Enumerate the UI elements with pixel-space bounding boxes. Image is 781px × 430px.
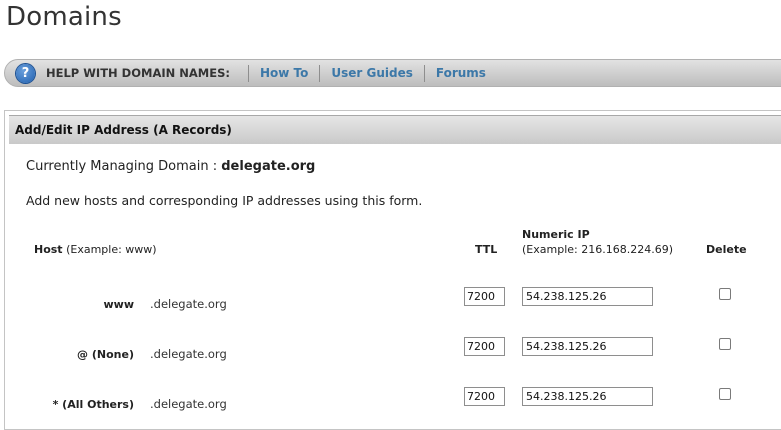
ip-header-label: Numeric IP — [522, 228, 590, 241]
delete-checkbox-none[interactable] — [719, 338, 731, 350]
ip-input-all-others[interactable] — [522, 387, 653, 406]
host-label-www: www — [103, 298, 135, 311]
page-title: Domains — [6, 2, 122, 32]
domain-suffix: .delegate.org — [150, 297, 227, 311]
ip-input-none[interactable] — [522, 337, 653, 356]
domain-suffix: .delegate.org — [150, 347, 227, 361]
managing-domain: delegate.org — [221, 159, 316, 174]
help-bar: ? HELP WITH DOMAIN NAMES: How To User Gu… — [4, 59, 781, 87]
intro-text: Add new hosts and corresponding IP addre… — [26, 193, 423, 208]
ip-header-example: (Example: 216.168.224.69) — [522, 243, 673, 256]
panel-header: Add/Edit IP Address (A Records) — [9, 115, 781, 144]
delete-column-header: Delete — [706, 243, 747, 256]
managing-domain-text: Currently Managing Domain : delegate.org — [26, 159, 315, 174]
host-label-none: @ (None) — [77, 348, 134, 361]
ttl-input-www[interactable] — [464, 287, 505, 306]
delete-checkbox-all-others[interactable] — [719, 388, 731, 400]
user-guides-link[interactable]: User Guides — [319, 64, 424, 82]
ttl-column-header: TTL — [475, 243, 497, 256]
forums-link[interactable]: Forums — [423, 64, 497, 82]
panel-title: Add/Edit IP Address (A Records) — [15, 123, 232, 137]
ttl-header-label: TTL — [475, 243, 498, 256]
ip-input-www[interactable] — [522, 287, 653, 306]
a-records-panel: Add/Edit IP Address (A Records) Currentl… — [4, 110, 781, 430]
host-header-label: Host — [34, 243, 63, 256]
domain-suffix: .delegate.org — [150, 397, 227, 411]
host-label-all-others: * (All Others) — [52, 398, 134, 411]
ip-column-header: Numeric IP — [522, 228, 590, 241]
help-label: HELP WITH DOMAIN NAMES: — [46, 66, 230, 80]
managing-prefix: Currently Managing Domain : — [26, 159, 218, 174]
host-column-header: Host (Example: www) — [34, 243, 157, 256]
delete-checkbox-www[interactable] — [719, 288, 731, 300]
help-question-icon[interactable]: ? — [16, 63, 35, 83]
how-to-link[interactable]: How To — [247, 64, 319, 82]
ttl-input-none[interactable] — [464, 337, 505, 356]
host-header-example: (Example: www) — [66, 243, 157, 256]
delete-header-label: Delete — [706, 243, 747, 256]
ttl-input-all-others[interactable] — [464, 387, 505, 406]
